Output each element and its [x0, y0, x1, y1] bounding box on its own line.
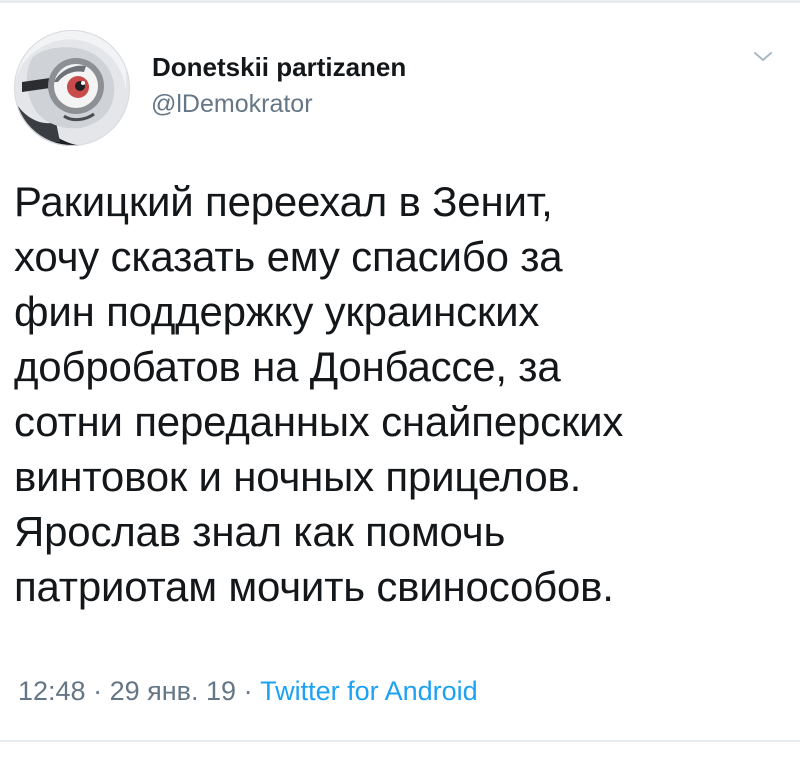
- display-name[interactable]: Donetskii partizanen: [152, 51, 406, 83]
- tweet-text-line: Ярослав знал как помочь: [14, 508, 506, 555]
- username-handle[interactable]: @lDemokrator: [151, 88, 313, 120]
- tweet-date[interactable]: 29 янв. 19: [110, 676, 236, 706]
- avatar[interactable]: [14, 30, 130, 146]
- tweet-card: Donetskii partizanen @lDemokrator Ракицк…: [0, 0, 800, 767]
- tweet-text-line: хочу сказать ему спасибо за: [14, 233, 563, 280]
- chevron-down-icon: [754, 52, 772, 61]
- top-divider: [0, 0, 800, 3]
- tweet-metadata: 12:48 · 29 янв. 19 · Twitter for Android: [18, 674, 478, 708]
- tweet-text-line: Ракицкий переехал в Зенит,: [14, 178, 553, 225]
- cartoon-character-avatar-icon: [14, 30, 130, 146]
- tweet-text: Ракицкий переехал в Зенит, хочу сказать …: [14, 174, 784, 614]
- meta-separator: ·: [93, 676, 103, 706]
- bottom-divider: [0, 740, 800, 742]
- tweet-text-line: сотни переданных снайперских: [14, 398, 624, 445]
- tweet-time[interactable]: 12:48: [18, 676, 86, 706]
- meta-separator: ·: [243, 676, 253, 706]
- tweet-text-line: фин поддержку украинских: [14, 288, 540, 335]
- tweet-source-link[interactable]: Twitter for Android: [260, 676, 478, 706]
- tweet-text-line: винтовок и ночных прицелов.: [14, 453, 582, 500]
- tweet-menu-button[interactable]: [752, 48, 774, 66]
- tweet-text-line: патриотам мочить свинособов.: [14, 563, 614, 610]
- tweet-text-line: добробатов на Донбассе, за: [14, 343, 561, 390]
